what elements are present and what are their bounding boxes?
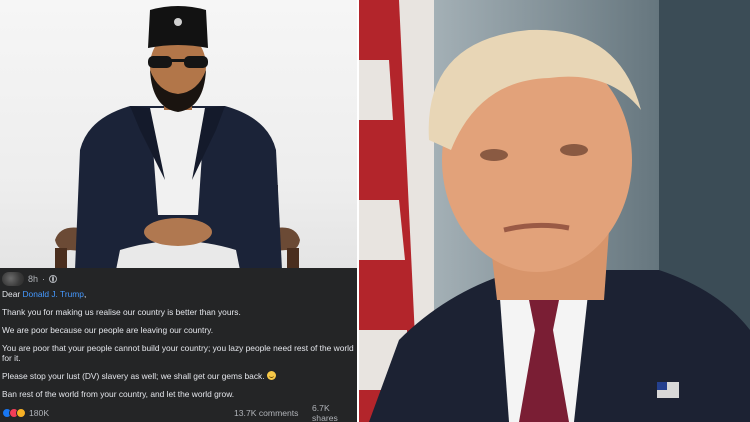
shares-count[interactable]: 6.7K shares (312, 403, 357, 422)
greeting-prefix: Dear (2, 289, 23, 299)
left-portrait-photo (0, 0, 357, 270)
reaction-count[interactable]: 180K (29, 408, 49, 418)
post-footer: 180K 13.7K comments 6.7K shares (0, 403, 357, 422)
comments-count[interactable]: 13.7K comments (234, 408, 298, 418)
post-paragraph: Thank you for making us realise our coun… (2, 307, 241, 318)
post-body: Dear Donald J. Trump, Thank you for maki… (2, 289, 355, 407)
post-paragraph: You are poor that your people cannot bui… (2, 343, 354, 364)
post-paragraph-with-emoji: Please stop your lust (DV) slavery as we… (2, 371, 355, 381)
globe-icon (49, 275, 58, 283)
right-portrait-photo (359, 0, 750, 422)
post-header: 8h · (2, 270, 58, 288)
post-greeting: Dear Donald J. Trump, (2, 289, 355, 299)
care-icon (16, 408, 26, 418)
post-timestamp[interactable]: 8h (28, 274, 38, 284)
avatar[interactable] (2, 272, 24, 286)
post-paragraph: Ban rest of the world from your country,… (2, 389, 235, 399)
post-paragraph: We are poor because our people are leavi… (2, 325, 214, 336)
mention-link[interactable]: Donald J. Trump (22, 289, 83, 299)
greeting-suffix: , (83, 289, 87, 299)
separator-dot: · (42, 274, 46, 284)
post-paragraph-text: Please stop your lust (DV) slavery as we… (2, 371, 267, 382)
reaction-icons[interactable] (2, 408, 26, 418)
facebook-post: 8h · Dear Donald J. Trump, Thank you for… (0, 268, 357, 422)
smile-emoji (266, 371, 276, 381)
